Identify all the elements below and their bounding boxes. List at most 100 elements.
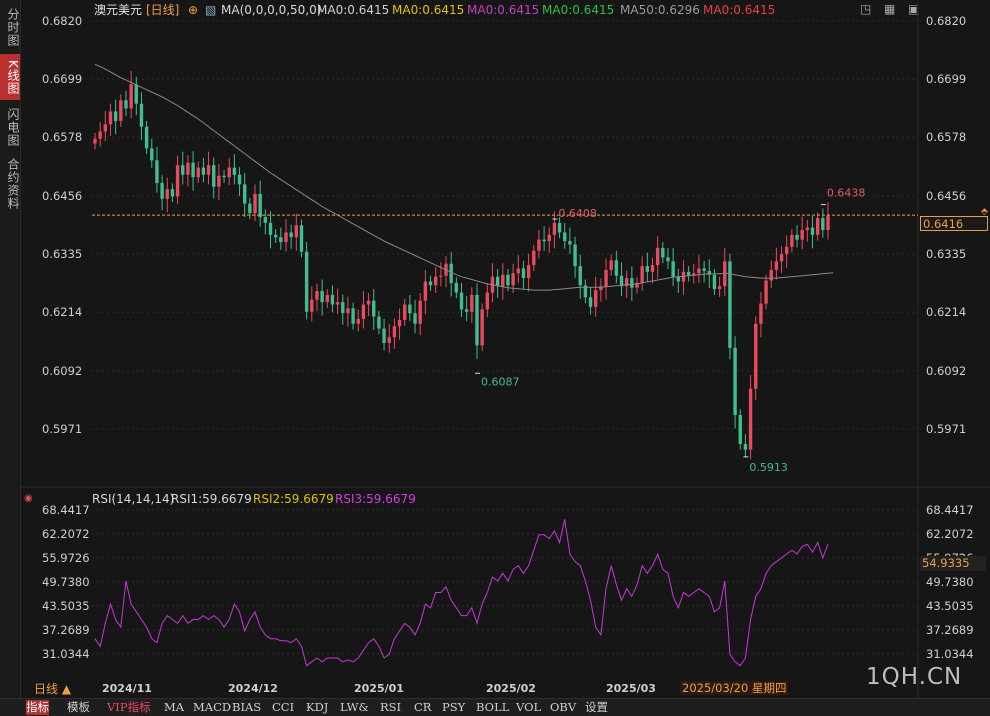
candle-body-24 [217,175,221,187]
ma50-line [94,63,834,291]
candle-body-78 [495,276,500,287]
candle-body-62 [413,313,417,324]
y-tick-right-r3: 49.7380 [926,575,974,589]
candle-body-15 [170,189,175,197]
bottom-tab-5[interactable]: BIAS [232,700,261,715]
candle-body-111 [666,257,670,262]
period-button[interactable]: 日线 ▲ [34,682,71,696]
y-tick-left-p5: 0.6214 [42,305,83,320]
candle-body-79 [501,274,505,287]
candle-body-47 [335,302,340,305]
candle-body-59 [397,319,402,327]
y-tick-right-p0: 0.6820 [926,14,967,28]
candle-body-41 [304,251,309,312]
candle-body-8 [134,84,138,104]
bottom-tab-1[interactable]: 模板 [67,700,90,715]
annotation-label-0: 0.6438 [827,187,866,200]
bottom-tab-0[interactable]: 指标 [26,700,49,715]
candle-body-22 [206,165,211,175]
bottom-tab-14[interactable]: OBV [550,700,576,715]
candle-body-120 [712,274,717,290]
x-tick-1: 2024/12 [228,682,278,695]
candle-body-118 [702,268,706,271]
bottom-tab-10[interactable]: CR [414,700,431,715]
y-tick-right-r5: 37.2689 [926,623,974,637]
candle-body-66 [433,276,438,286]
candle-body-43 [315,291,319,300]
candle-body-100 [609,260,613,270]
chart-canvas: ⬘0.64380.64080.60870.5913 [20,0,990,698]
x-tick-4: 2025/03 [606,682,656,695]
y-tick-right-p6: 0.6092 [926,363,967,378]
bottom-tab-11[interactable]: PSY [442,700,465,715]
bottom-tab-13[interactable]: VOL [516,700,541,715]
candle-body-132 [774,261,779,270]
candle-body-53 [366,300,371,305]
watermark: 1QH.CN [866,664,963,690]
annotation-label-2: 0.6087 [481,375,520,388]
annotation-label-1: 0.6408 [558,207,597,220]
candle-body-121 [717,286,722,290]
candle-body-60 [403,304,407,320]
y-tick-left-p4: 0.6335 [42,247,83,262]
candle-body-16 [175,165,180,197]
candle-body-23 [212,165,216,187]
y-tick-left-p3: 0.6456 [42,188,83,203]
candle-body-67 [439,275,443,277]
y-tick-left-r6: 31.0344 [42,647,90,661]
candle-body-99 [604,269,608,287]
candle-body-82 [516,268,520,274]
candle-body-7 [129,84,133,109]
candle-body-137 [800,230,804,240]
candle-body-109 [655,247,660,266]
bottom-tab-9[interactable]: RSI [380,700,401,715]
candle-body-76 [485,292,490,310]
bottom-tab-8[interactable]: LW& [340,700,369,715]
candle-body-18 [186,162,190,175]
bottom-tab-2[interactable]: VIP指标 [107,700,151,715]
y-tick-right-p3: 0.6456 [926,188,967,203]
y-tick-left-p0: 0.6820 [42,14,83,28]
date-hover-label: 2025/03/20 星期四 [680,681,789,695]
rsi-dot-icon[interactable]: ◉ [24,491,33,507]
candle-body-135 [790,234,794,247]
y-tick-left-p2: 0.6578 [42,130,83,145]
y-tick-right-p4: 0.6335 [926,247,967,262]
candle-body-71 [459,292,464,310]
candle-body-56 [382,328,386,343]
candle-body-73 [470,294,474,312]
candle-body-87 [542,239,546,242]
candle-body-92 [568,241,572,245]
candle-body-107 [645,266,650,272]
current-price-tag: 0.6416 [920,216,988,232]
candle-body-6 [124,100,128,109]
candle-body-65 [428,281,433,286]
candle-body-97 [594,290,598,307]
y-tick-left-r0: 68.4417 [42,503,90,517]
bottom-tab-7[interactable]: KDJ [306,700,328,715]
rsi1-value: RSI1:59.6679 [171,492,252,506]
candle-body-90 [557,222,562,233]
candle-body-21 [201,167,206,175]
candle-body-106 [640,266,644,283]
candle-body-124 [733,347,737,416]
candle-body-37 [284,232,288,243]
bottom-tab-3[interactable]: MA [164,700,184,715]
candle-body-14 [165,189,169,199]
bottom-tab-12[interactable]: BOLL [476,700,509,715]
candle-body-112 [671,261,675,277]
candle-body-36 [279,237,283,243]
candle-body-88 [547,234,551,242]
current-rsi-tag: 54.9335 [920,556,986,571]
y-tick-left-p6: 0.6092 [42,363,83,378]
bottom-tab-4[interactable]: MACD [193,700,231,715]
candle-body-10 [144,126,149,149]
y-tick-right-r4: 43.5035 [926,599,974,613]
candle-body-138 [805,227,810,231]
candle-body-39 [294,225,299,238]
bottom-tab-6[interactable]: CCI [272,700,294,715]
candle-body-26 [227,167,231,178]
candle-body-17 [181,165,185,175]
bottom-tab-15[interactable]: 设置 [585,700,608,715]
candle-body-51 [356,318,360,324]
